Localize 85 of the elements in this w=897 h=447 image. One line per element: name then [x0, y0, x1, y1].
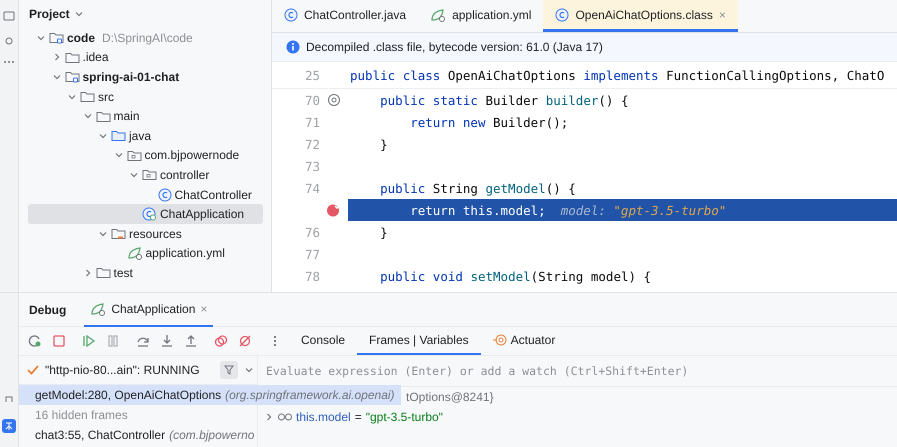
tree-item[interactable]: ChatApplication	[28, 204, 263, 224]
step-out-icon	[184, 334, 198, 348]
tree-item[interactable]: java	[28, 126, 263, 146]
class-icon	[158, 188, 172, 202]
class-run-icon	[142, 207, 157, 222]
variable-value: tOptions@8241}	[406, 390, 494, 404]
check-icon	[27, 364, 39, 376]
tree-item[interactable]: spring-ai-01-chat	[28, 67, 263, 87]
breakpoints-icon	[214, 334, 228, 348]
stack-frame[interactable]: getModel:280, OpenAiChatOptions (org.springframework.ai.openai)	[19, 385, 401, 405]
stack-frame[interactable]: chat3:55, ChatController (com.bjpowerno	[19, 425, 260, 445]
line-number: 71	[304, 114, 320, 130]
tree-item[interactable]: com.bjpowernode	[28, 146, 263, 166]
class-icon	[284, 8, 298, 22]
code-line: }	[379, 136, 389, 154]
code-line: }	[379, 224, 389, 242]
pause-icon	[106, 334, 120, 348]
stop-icon	[52, 334, 66, 348]
line-number: 72	[304, 136, 320, 152]
leaf-file-icon	[90, 302, 106, 316]
tree-item[interactable]: main	[28, 106, 263, 126]
mute-breakpoints-icon	[238, 334, 252, 348]
more-icon[interactable]	[3, 60, 15, 64]
code-line: public class OpenAiChatOptions implements FunctionCallingOptions, ChatO	[349, 66, 886, 85]
rerun-icon	[28, 334, 42, 348]
chevron-down-icon[interactable]	[244, 365, 254, 375]
folder-icon	[64, 50, 80, 64]
folder-icon[interactable]	[3, 10, 15, 22]
session-tab[interactable]: ChatApplication ×	[84, 292, 214, 327]
tree-item[interactable]: src	[28, 86, 263, 106]
panel-title: Debug	[29, 302, 66, 316]
folder-icon	[96, 110, 110, 123]
tree-item[interactable]: application.yml	[28, 244, 263, 264]
evaluate-field[interactable]: Evaluate expression (Enter) or add a watch (Ctrl+Shift+Enter)	[258, 356, 897, 387]
line-number: 70	[304, 92, 320, 108]
editor-tab[interactable]: ChatController.java	[272, 0, 418, 32]
module-icon	[64, 70, 80, 84]
folder-icon	[111, 227, 126, 240]
module-icon	[49, 31, 64, 44]
thread-selector[interactable]: "http-nio-80...ain": RUNNING	[45, 363, 200, 377]
tree-item[interactable]: .idea	[28, 48, 263, 68]
line-number: 73	[304, 158, 320, 174]
editor-tab[interactable]: application.yml	[418, 0, 544, 32]
chevron-down-icon[interactable]	[74, 9, 84, 19]
editor-tab[interactable]: OpenAiChatOptions.class ×	[543, 0, 738, 32]
watch-icon	[278, 413, 292, 421]
resume-icon	[82, 334, 96, 348]
filter-button[interactable]	[220, 361, 238, 379]
equals-sign: =	[354, 410, 362, 424]
tree-item[interactable]: code D:\SpringAI\code	[28, 28, 263, 48]
chevron-right-icon[interactable]	[264, 412, 274, 422]
code-line: public void setModel(String model) {	[379, 268, 652, 286]
info-icon	[286, 40, 300, 54]
step-into-icon	[160, 334, 174, 348]
tree-item[interactable]: resources	[28, 224, 263, 244]
leaf-file-icon	[126, 246, 142, 260]
code-line: return new Builder();	[409, 114, 570, 132]
line-number: 25	[304, 68, 320, 82]
panel-title[interactable]: Project	[29, 7, 70, 21]
variable-name[interactable]: this.model	[296, 410, 351, 424]
tree-item-path: D:\SpringAI\code	[102, 30, 193, 45]
package-icon	[142, 168, 157, 182]
line-number: 74	[304, 180, 320, 196]
debug-tab[interactable]: Console	[289, 327, 358, 355]
line-number: 76	[304, 224, 320, 240]
tree-item[interactable]: controller	[28, 165, 263, 185]
folder-icon	[80, 90, 95, 104]
tree-item[interactable]: test	[28, 263, 263, 283]
breakpoint-icon[interactable]	[326, 202, 342, 218]
variable-value: "gpt-3.5-turbo"	[366, 410, 443, 424]
package-icon	[126, 148, 142, 162]
target-icon	[492, 333, 507, 347]
code-line: public String getModel() {	[379, 180, 577, 198]
tree-item[interactable]: ChatController	[28, 184, 263, 204]
filter-icon	[224, 365, 234, 375]
line-number: 77	[304, 246, 320, 262]
folder-icon	[111, 129, 126, 142]
line-number: 78	[304, 268, 320, 284]
code-line: public static Builder builder() {	[379, 92, 630, 110]
folder-icon	[96, 266, 110, 280]
debug-tab[interactable]: Actuator	[480, 327, 568, 355]
debug-tab[interactable]: Frames | Variables	[357, 327, 481, 355]
class-icon	[555, 8, 570, 22]
leaf-file-icon	[430, 8, 446, 22]
banner-text: Decompiled .class file, bytecode version: 61.0 (Java 17)	[306, 40, 603, 54]
